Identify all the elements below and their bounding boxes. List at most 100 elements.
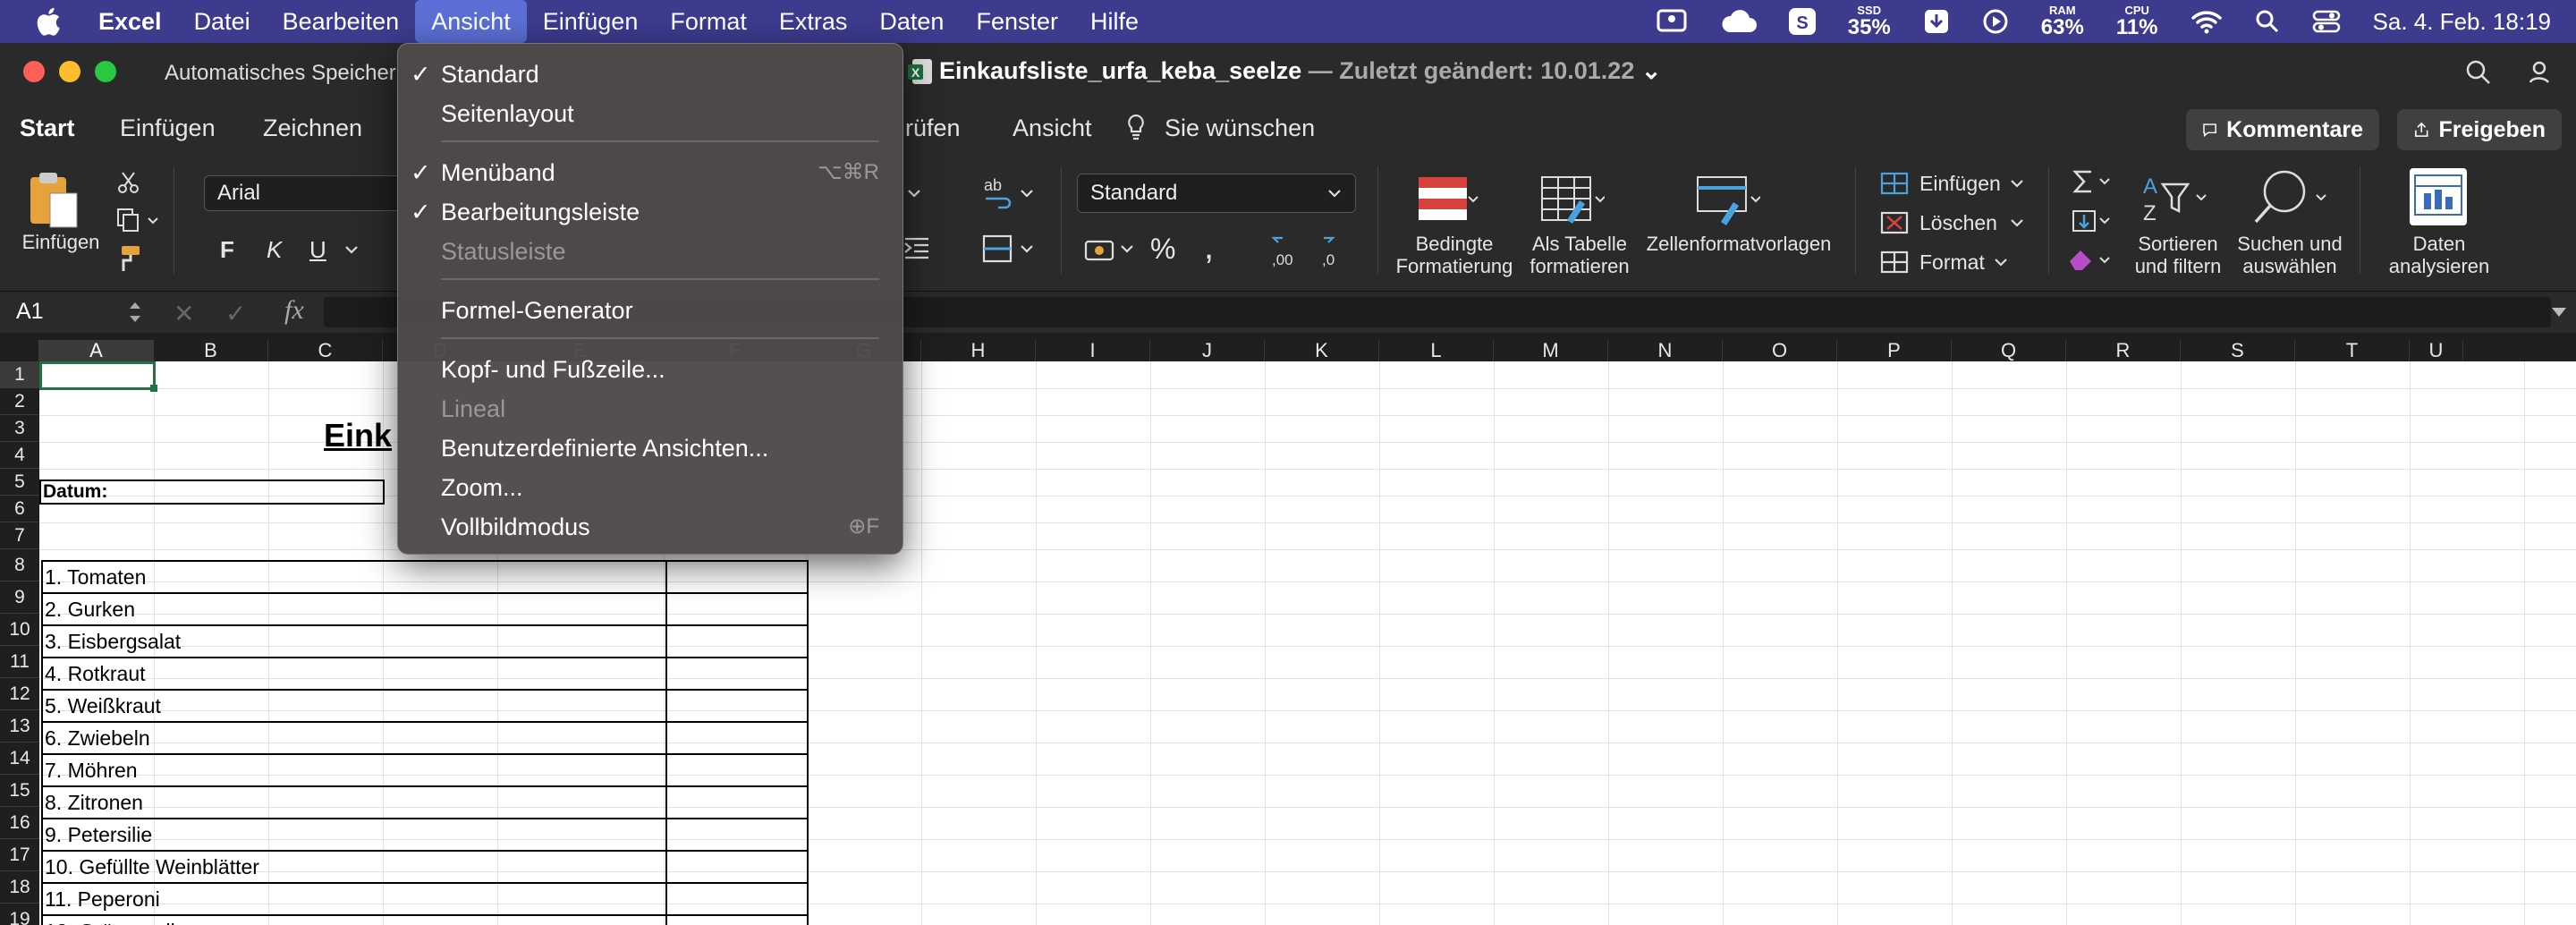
row-header[interactable]: 12 <box>0 678 39 710</box>
column-header[interactable]: Q <box>1952 340 2066 361</box>
find-select-icon[interactable] <box>2252 168 2333 227</box>
cancel-entry-icon[interactable]: ✕ <box>174 299 194 328</box>
analyze-data-label[interactable]: Daten analysieren <box>2379 233 2499 277</box>
quantity-cell[interactable] <box>665 787 809 819</box>
quantity-cell[interactable] <box>665 723 809 755</box>
column-header[interactable]: A <box>39 340 154 361</box>
quantity-cell[interactable] <box>665 916 809 925</box>
share-button[interactable]: Freigeben <box>2397 109 2562 150</box>
row-header[interactable]: 1 <box>0 361 39 388</box>
chevron-down-icon[interactable] <box>2009 216 2025 229</box>
chevron-down-icon[interactable] <box>903 182 930 206</box>
row-header[interactable]: 13 <box>0 710 39 743</box>
column-header[interactable]: R <box>2066 340 2181 361</box>
format-cells-button[interactable]: Format <box>1919 250 1985 275</box>
row-header[interactable]: 10 <box>0 614 39 646</box>
download-icon[interactable] <box>1923 8 1950 35</box>
font-family-select[interactable]: Arial <box>204 175 401 211</box>
wifi-icon[interactable] <box>2190 9 2223 34</box>
comma-style-button[interactable]: , <box>1204 227 1214 267</box>
copy-icon[interactable] <box>116 208 161 233</box>
menu-fenster[interactable]: Fenster <box>960 0 1074 43</box>
menu-hilfe[interactable]: Hilfe <box>1074 0 1155 43</box>
row-header[interactable]: 3 <box>0 415 39 442</box>
row-header[interactable]: 18 <box>0 871 39 904</box>
delete-cells-button[interactable]: Löschen <box>1919 211 1997 235</box>
fill-handle[interactable] <box>150 385 157 392</box>
column-header[interactable]: H <box>921 340 1036 361</box>
format-as-table-icon[interactable] <box>1540 175 1605 225</box>
row-header[interactable]: 17 <box>0 839 39 871</box>
clear-eraser-icon[interactable] <box>2066 245 2116 276</box>
menu-item-benutzerdefinierte-ansichten[interactable]: Benutzerdefinierte Ansichten... <box>398 430 902 466</box>
menu-item-vollbildmodus[interactable]: Vollbildmodus ⊕F <box>398 509 902 545</box>
row-header[interactable]: 9 <box>0 581 39 614</box>
tell-me-search[interactable]: Sie wünschen <box>1165 115 1315 142</box>
spotlight-search-icon[interactable] <box>2255 9 2280 34</box>
quantity-cell[interactable] <box>665 691 809 723</box>
skype-icon[interactable]: S <box>1788 8 1816 35</box>
quantity-cell[interactable] <box>665 562 809 594</box>
find-select-label[interactable]: Suchen und auswählen <box>2229 233 2351 277</box>
italic-button[interactable]: K <box>267 236 282 264</box>
decrease-decimal-icon[interactable]: ,0 <box>1320 234 1360 268</box>
format-painter-icon[interactable] <box>113 243 143 274</box>
insert-cells-icon[interactable] <box>1880 170 1911 197</box>
format-as-table-label[interactable]: Als Tabelle formatieren <box>1524 233 1635 277</box>
column-header[interactable]: K <box>1265 340 1379 361</box>
insert-function-button[interactable]: fx <box>284 295 304 326</box>
analyze-data-icon[interactable] <box>2408 166 2469 227</box>
sort-filter-label[interactable]: Sortieren und filtern <box>2120 233 2236 277</box>
accounting-format-icon[interactable] <box>1082 234 1138 265</box>
menu-app-excel[interactable]: Excel <box>82 0 178 43</box>
tab-start[interactable]: Start <box>20 115 75 156</box>
column-header[interactable]: L <box>1379 340 1494 361</box>
expand-formula-bar-icon[interactable] <box>2549 304 2569 320</box>
menu-daten[interactable]: Daten <box>863 0 960 43</box>
active-cell-a1[interactable] <box>39 361 156 390</box>
column-header[interactable]: U <box>2410 340 2463 361</box>
tab-einfuegen[interactable]: Einfügen <box>120 115 216 142</box>
row-header[interactable]: 19 <box>0 904 39 925</box>
quantity-cell[interactable] <box>665 626 809 658</box>
spreadsheet-grid[interactable]: A B C D E F G H I J K L M N O P Q R S T … <box>0 340 2576 925</box>
autosum-icon[interactable] <box>2072 168 2116 195</box>
column-header[interactable]: I <box>1036 340 1150 361</box>
document-title[interactable]: Einkaufsliste_urfa_keba_seelze — Zuletzt… <box>939 57 1661 85</box>
close-window-button[interactable] <box>23 61 45 82</box>
bold-button[interactable]: F <box>220 236 234 264</box>
menu-item-zoom[interactable]: Zoom... <box>398 470 902 505</box>
chevron-down-icon[interactable] <box>2009 177 2025 190</box>
format-cells-icon[interactable] <box>1880 249 1911 276</box>
column-header[interactable]: P <box>1837 340 1952 361</box>
menu-einfuegen[interactable]: Einfügen <box>527 0 655 43</box>
insert-cells-button[interactable]: Einfügen <box>1919 172 2001 196</box>
minimize-window-button[interactable] <box>59 61 80 82</box>
number-format-select[interactable]: Standard <box>1077 174 1356 213</box>
paste-clipboard-icon[interactable] <box>27 170 80 231</box>
cell-styles-icon[interactable] <box>1696 175 1760 225</box>
percent-style-button[interactable]: % <box>1150 233 1175 266</box>
screen-share-icon[interactable] <box>1657 8 1687 35</box>
quantity-cell[interactable] <box>665 594 809 626</box>
wrap-text-icon[interactable]: ab <box>982 175 1038 211</box>
conditional-formatting-icon[interactable] <box>1417 175 1481 224</box>
merge-cells-icon[interactable] <box>982 234 1038 265</box>
menu-extras[interactable]: Extras <box>763 0 864 43</box>
search-icon[interactable] <box>2465 59 2492 86</box>
indent-increase-icon[interactable] <box>903 234 930 261</box>
column-header[interactable]: B <box>154 340 268 361</box>
cell-styles-label[interactable]: Zellenformatvorlagen <box>1640 233 1837 255</box>
name-box[interactable]: A1 <box>16 299 44 325</box>
menu-item-formel-generator[interactable]: Formel-Generator <box>398 293 902 328</box>
tab-ansicht[interactable]: Ansicht <box>1013 115 1092 142</box>
column-header[interactable]: M <box>1494 340 1608 361</box>
quantity-cell[interactable] <box>665 884 809 916</box>
quantity-cell[interactable] <box>665 755 809 787</box>
menu-datei[interactable]: Datei <box>178 0 267 43</box>
menu-format[interactable]: Format <box>654 0 763 43</box>
chevron-down-icon[interactable] <box>1993 256 2009 268</box>
control-center-icon[interactable] <box>2312 9 2341 34</box>
menu-item-menueband[interactable]: ✓ Menüband ⌥⌘R <box>398 155 902 191</box>
paste-label[interactable]: Einfügen <box>16 231 106 253</box>
